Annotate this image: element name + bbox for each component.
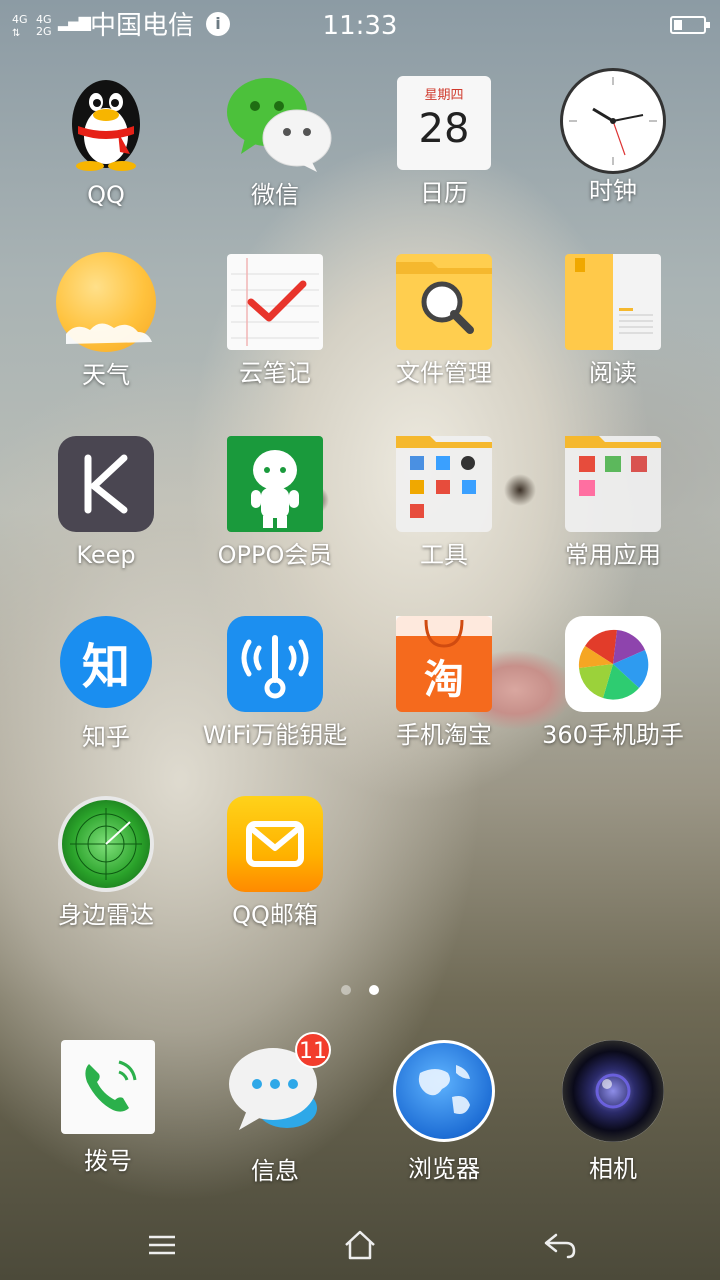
calendar-icon: 星期四 28 xyxy=(397,76,491,170)
back-icon[interactable] xyxy=(530,1220,590,1270)
app-label: 手机淘宝 xyxy=(396,721,492,749)
messages-icon: 11 xyxy=(225,1032,331,1140)
app-wifi-key[interactable]: WiFi万能钥匙 xyxy=(190,616,360,750)
app-label: 浏览器 xyxy=(408,1155,480,1183)
calendar-weekday: 星期四 xyxy=(424,88,464,103)
phone-icon xyxy=(61,1040,155,1134)
calendar-day: 28 xyxy=(418,106,470,152)
app-nearby-radar[interactable]: 身边雷达 xyxy=(21,796,191,930)
app-phone[interactable]: 拨号 xyxy=(23,1040,193,1176)
app-wechat[interactable]: 微信 xyxy=(190,72,360,210)
status-clock: 11:33 xyxy=(322,11,398,41)
menu-icon[interactable] xyxy=(132,1220,192,1270)
app-messages[interactable]: 11 信息 xyxy=(190,1032,360,1186)
app-cloud-notes[interactable]: 云笔记 xyxy=(190,254,360,388)
app-label: WiFi万能钥匙 xyxy=(202,721,348,749)
tools-folder-icon xyxy=(396,436,492,532)
page-indicator[interactable] xyxy=(0,980,720,999)
app-qq-mail[interactable]: QQ邮箱 xyxy=(190,796,360,930)
weather-icon xyxy=(56,252,156,352)
app-label: 微信 xyxy=(251,181,299,209)
app-weather[interactable]: 天气 xyxy=(21,252,191,390)
common-apps-folder-icon xyxy=(565,436,661,532)
notes-icon xyxy=(227,254,323,350)
page-dot-active[interactable] xyxy=(368,985,379,995)
wifi-key-icon xyxy=(227,616,323,712)
battery-icon xyxy=(670,16,710,34)
folder-tools[interactable]: 工具 xyxy=(359,436,529,570)
radar-icon xyxy=(58,796,154,892)
taobao-glyph: 淘 xyxy=(424,657,464,703)
app-reader[interactable]: 阅读 xyxy=(528,254,698,388)
folder-common-apps[interactable]: 常用应用 xyxy=(528,436,698,570)
app-browser[interactable]: 浏览器 xyxy=(359,1040,529,1184)
wechat-icon xyxy=(225,72,332,172)
camera-icon xyxy=(562,1040,664,1142)
app-label: QQ xyxy=(87,181,125,209)
page-dot[interactable] xyxy=(341,985,352,995)
app-calendar[interactable]: 星期四 28 日历 xyxy=(359,72,529,208)
app-camera[interactable]: 相机 xyxy=(528,1040,698,1184)
browser-icon xyxy=(393,1040,495,1142)
app-keep[interactable]: Keep xyxy=(21,436,191,570)
app-label: 日历 xyxy=(420,179,468,207)
reader-icon xyxy=(565,254,661,350)
unread-badge: 11 xyxy=(295,1032,331,1068)
qq-penguin-icon xyxy=(56,72,156,172)
status-bar: 4G ⇅ 4G 2G ▂▄▆ 中国电信 i 11:33 xyxy=(0,0,720,52)
app-label: 天气 xyxy=(82,361,130,389)
app-file-manager[interactable]: 文件管理 xyxy=(359,254,529,388)
zhihu-icon: 知 xyxy=(60,616,152,708)
app-label: 360手机助手 xyxy=(542,721,684,749)
app-label: 时钟 xyxy=(589,177,637,205)
app360-icon xyxy=(565,616,661,712)
app-label: OPPO会员 xyxy=(217,541,333,569)
app-qq[interactable]: QQ xyxy=(21,72,191,210)
zhihu-glyph: 知 xyxy=(81,639,130,695)
app-taobao[interactable]: 淘 手机淘宝 xyxy=(359,616,529,750)
keep-icon xyxy=(58,436,154,532)
app-label: 身边雷达 xyxy=(58,901,154,929)
app-label: 信息 xyxy=(251,1157,299,1185)
app-label: QQ邮箱 xyxy=(232,901,318,929)
taobao-icon: 淘 xyxy=(396,616,492,712)
qq-mail-icon xyxy=(227,796,323,892)
clock-icon xyxy=(560,68,666,174)
app-360-assistant[interactable]: 360手机助手 xyxy=(528,616,698,750)
app-label: 阅读 xyxy=(589,359,637,387)
file-manager-icon xyxy=(396,254,492,350)
app-label: 工具 xyxy=(420,541,468,569)
app-label: 云笔记 xyxy=(239,359,311,387)
home-icon[interactable] xyxy=(330,1220,390,1270)
app-clock[interactable]: 时钟 xyxy=(528,68,698,206)
app-label: 相机 xyxy=(589,1155,637,1183)
app-label: 常用应用 xyxy=(565,541,661,569)
app-label: 知乎 xyxy=(82,723,130,751)
oppo-member-icon xyxy=(227,436,323,532)
app-label: 拨号 xyxy=(84,1147,132,1175)
app-label: Keep xyxy=(76,541,136,569)
app-zhihu[interactable]: 知 知乎 xyxy=(21,616,191,752)
app-label: 文件管理 xyxy=(396,359,492,387)
app-oppo-member[interactable]: OPPO会员 xyxy=(190,436,360,570)
navigation-bar xyxy=(0,1210,720,1280)
